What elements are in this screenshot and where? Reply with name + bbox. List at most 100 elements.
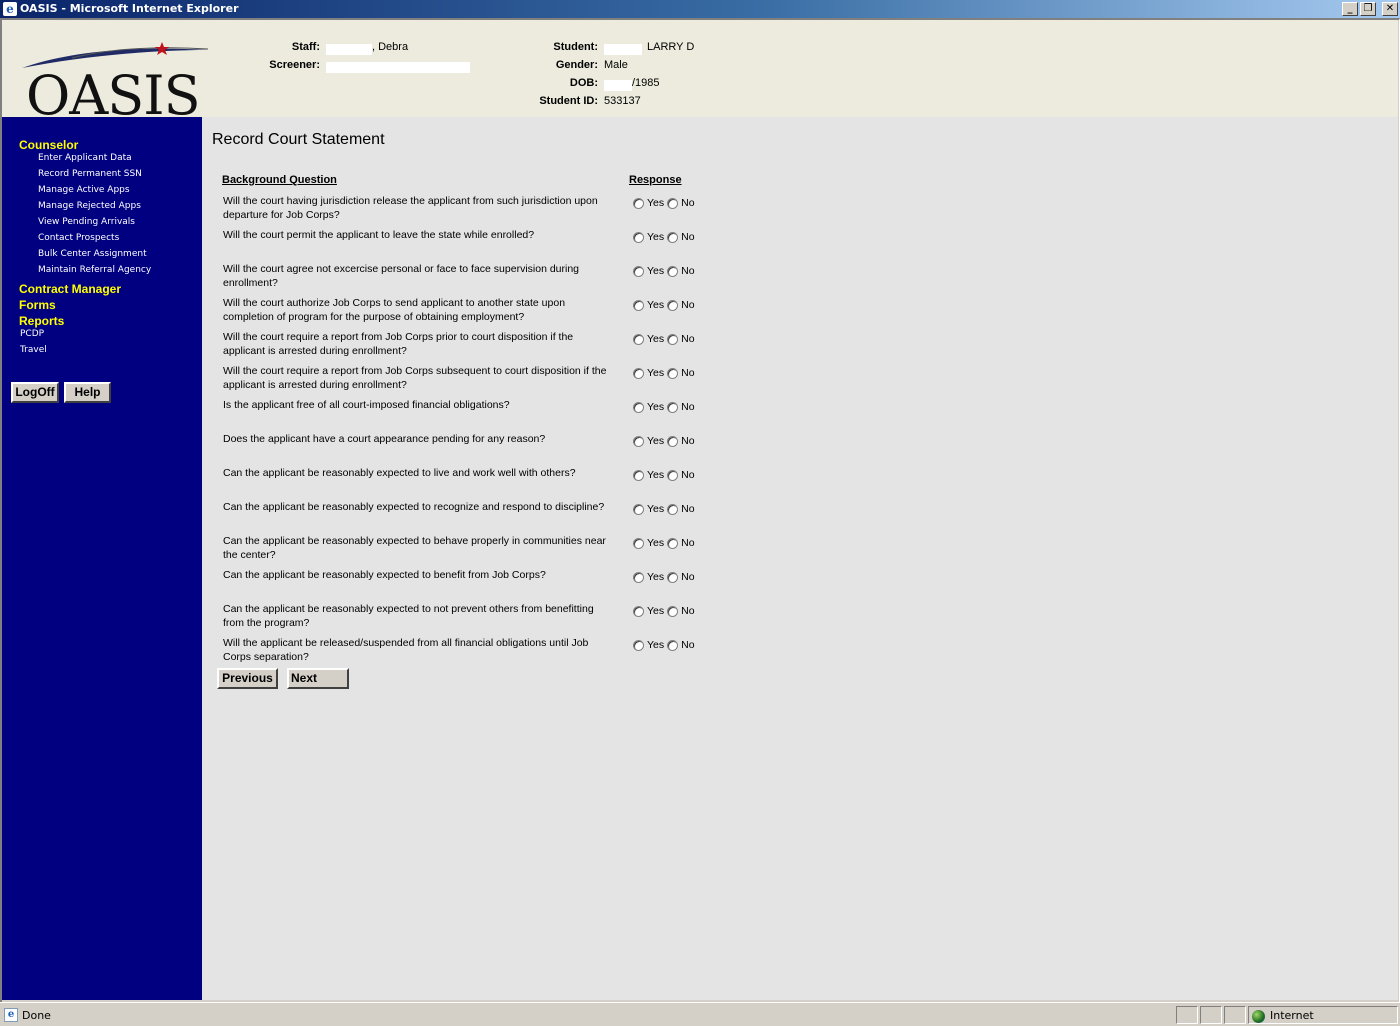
nav-item-view-pending-arrivals[interactable]: View Pending Arrivals bbox=[38, 217, 135, 227]
redacted-staff-name bbox=[326, 44, 372, 55]
close-button[interactable]: ✕ bbox=[1382, 2, 1398, 16]
gender-value: Male bbox=[604, 59, 628, 71]
question-row: Will the court authorize Job Corps to se… bbox=[223, 296, 723, 330]
no-radio[interactable] bbox=[667, 503, 679, 515]
yes-label: Yes bbox=[647, 503, 665, 515]
nav-item-enter-applicant-data[interactable]: Enter Applicant Data bbox=[38, 153, 132, 163]
response-group: Yes No bbox=[633, 333, 696, 345]
globe-icon bbox=[1252, 1010, 1265, 1023]
nav-item-contact-prospects[interactable]: Contact Prospects bbox=[38, 233, 119, 243]
no-radio[interactable] bbox=[667, 537, 679, 549]
question-row: Is the applicant free of all court-impos… bbox=[223, 398, 723, 432]
yes-radio[interactable] bbox=[633, 469, 644, 481]
status-pane bbox=[1176, 1006, 1198, 1024]
previous-button[interactable]: Previous bbox=[217, 668, 278, 689]
no-radio[interactable] bbox=[667, 333, 679, 345]
yes-radio[interactable] bbox=[633, 503, 644, 515]
window-title: OASIS - Microsoft Internet Explorer bbox=[20, 2, 239, 15]
window-title-bar[interactable]: e OASIS - Microsoft Internet Explorer _ … bbox=[0, 0, 1400, 18]
column-header-response: Response bbox=[629, 174, 682, 186]
yes-label: Yes bbox=[647, 367, 665, 379]
nav-item-travel[interactable]: Travel bbox=[20, 345, 47, 355]
nav-item-manage-active-apps[interactable]: Manage Active Apps bbox=[38, 185, 130, 195]
no-radio[interactable] bbox=[667, 197, 679, 209]
yes-radio[interactable] bbox=[633, 639, 644, 651]
no-radio[interactable] bbox=[667, 367, 679, 379]
question-text: Can the applicant be reasonably expected… bbox=[223, 501, 605, 513]
dob-value: /1985 bbox=[632, 77, 660, 89]
nav-item-manage-rejected-apps[interactable]: Manage Rejected Apps bbox=[38, 201, 141, 211]
no-radio[interactable] bbox=[667, 265, 679, 277]
no-label: No bbox=[681, 197, 695, 209]
no-label: No bbox=[681, 639, 695, 651]
nav-item-maintain-referral-agency[interactable]: Maintain Referral Agency bbox=[38, 265, 151, 275]
redacted-student-surname bbox=[604, 44, 642, 55]
yes-label: Yes bbox=[647, 605, 665, 617]
yes-label: Yes bbox=[647, 333, 665, 345]
response-group: Yes No bbox=[633, 401, 696, 413]
status-bar: e Done Internet bbox=[0, 1002, 1400, 1026]
nav-item-bulk-center-assignment[interactable]: Bulk Center Assignment bbox=[38, 249, 147, 259]
yes-label: Yes bbox=[647, 401, 665, 413]
question-text: Can the applicant be reasonably expected… bbox=[223, 467, 576, 479]
yes-radio[interactable] bbox=[633, 367, 644, 379]
question-text: Will the court permit the applicant to l… bbox=[223, 229, 535, 241]
no-label: No bbox=[681, 435, 695, 447]
nav-item-pcdp[interactable]: PCDP bbox=[20, 329, 44, 339]
question-text: Will the court authorize Job Corps to se… bbox=[223, 297, 566, 323]
student-value: LARRY D bbox=[647, 41, 695, 53]
yes-radio[interactable] bbox=[633, 605, 644, 617]
nav-item-record-permanent-ssn[interactable]: Record Permanent SSN bbox=[38, 169, 142, 179]
yes-label: Yes bbox=[647, 469, 665, 481]
no-label: No bbox=[681, 401, 695, 413]
yes-radio[interactable] bbox=[633, 265, 644, 277]
screener-label: Screener: bbox=[269, 59, 320, 71]
main-content: Record Court Statement Background Questi… bbox=[202, 117, 1398, 1000]
yes-label: Yes bbox=[647, 299, 665, 311]
no-radio[interactable] bbox=[667, 401, 679, 413]
question-text: Will the court require a report from Job… bbox=[223, 365, 607, 391]
staff-label: Staff: bbox=[291, 41, 320, 53]
response-group: Yes No bbox=[633, 231, 696, 243]
no-radio[interactable] bbox=[667, 435, 679, 447]
no-radio[interactable] bbox=[667, 231, 679, 243]
yes-radio[interactable] bbox=[633, 333, 644, 345]
yes-radio[interactable] bbox=[633, 401, 644, 413]
question-row: Will the court having jurisdiction relea… bbox=[223, 194, 723, 228]
nav-section-reports[interactable]: Reports bbox=[19, 314, 64, 328]
minimize-button[interactable]: _ bbox=[1342, 2, 1358, 16]
logoff-button[interactable]: LogOff bbox=[11, 382, 59, 403]
question-text: Will the applicant be released/suspended… bbox=[223, 637, 589, 663]
no-radio[interactable] bbox=[667, 605, 679, 617]
help-button[interactable]: Help bbox=[64, 382, 111, 403]
no-label: No bbox=[681, 503, 695, 515]
response-group: Yes No bbox=[633, 299, 696, 311]
no-radio[interactable] bbox=[667, 571, 679, 583]
yes-radio[interactable] bbox=[633, 537, 644, 549]
yes-radio[interactable] bbox=[633, 571, 644, 583]
yes-radio[interactable] bbox=[633, 435, 644, 447]
status-text: Done bbox=[22, 1009, 51, 1022]
yes-radio[interactable] bbox=[633, 299, 644, 311]
no-label: No bbox=[681, 571, 695, 583]
yes-label: Yes bbox=[647, 231, 665, 243]
next-button[interactable]: Next bbox=[287, 668, 349, 689]
nav-section-forms[interactable]: Forms bbox=[19, 298, 56, 312]
student-label: Student: bbox=[553, 41, 598, 53]
gender-label: Gender: bbox=[555, 59, 598, 71]
sidebar-nav: Counselor Enter Applicant Data Record Pe… bbox=[2, 117, 202, 1000]
yes-radio[interactable] bbox=[633, 231, 644, 243]
question-text: Can the applicant be reasonably expected… bbox=[223, 569, 546, 581]
response-group: Yes No bbox=[633, 503, 696, 515]
no-radio[interactable] bbox=[667, 639, 679, 651]
response-group: Yes No bbox=[633, 639, 696, 651]
nav-section-counselor[interactable]: Counselor bbox=[19, 138, 78, 152]
student-id-label: Student ID: bbox=[539, 95, 598, 107]
nav-section-contract-manager[interactable]: Contract Manager bbox=[19, 282, 121, 296]
response-group: Yes No bbox=[633, 571, 696, 583]
no-label: No bbox=[681, 299, 695, 311]
restore-button[interactable]: ❐ bbox=[1360, 2, 1376, 16]
no-radio[interactable] bbox=[667, 469, 679, 481]
no-radio[interactable] bbox=[667, 299, 679, 311]
yes-radio[interactable] bbox=[633, 197, 644, 209]
